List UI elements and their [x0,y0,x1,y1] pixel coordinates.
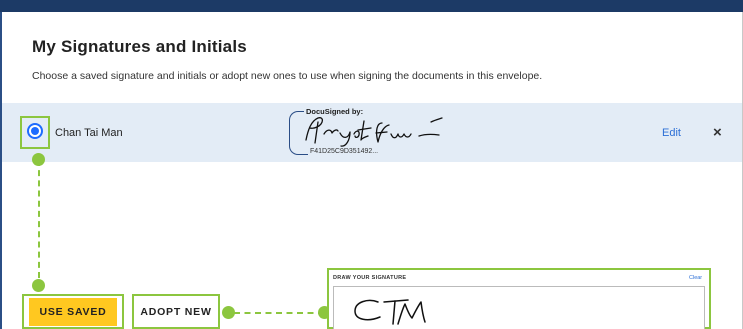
signature-id: F41D25C9D351492... [308,148,381,155]
annotation-dot-top [32,153,45,166]
annotation-connector-vertical [38,160,40,278]
clear-link[interactable]: Clear [689,275,702,281]
annotation-dot-bottom [32,279,45,292]
adopt-new-button[interactable]: ADOPT NEW [132,294,220,329]
close-icon[interactable]: × [713,124,722,141]
window-left-edge [0,12,2,329]
edit-link[interactable]: Edit [662,127,681,139]
window-top-bar [0,0,743,12]
annotation-connector-horizontal [234,312,324,314]
signer-name: Chan Tai Man [55,127,123,139]
drawn-signature [354,299,426,325]
draw-signature-label: DRAW YOUR SIGNATURE [333,275,407,281]
use-saved-button[interactable]: USE SAVED [29,298,117,326]
dialog-title: My Signatures and Initials [32,37,247,56]
saved-signature-image [305,117,443,147]
dialog-subtitle: Choose a saved signature and initials or… [32,70,543,82]
radio-selected-icon[interactable] [27,123,43,139]
annotation-dot-left [222,306,235,319]
